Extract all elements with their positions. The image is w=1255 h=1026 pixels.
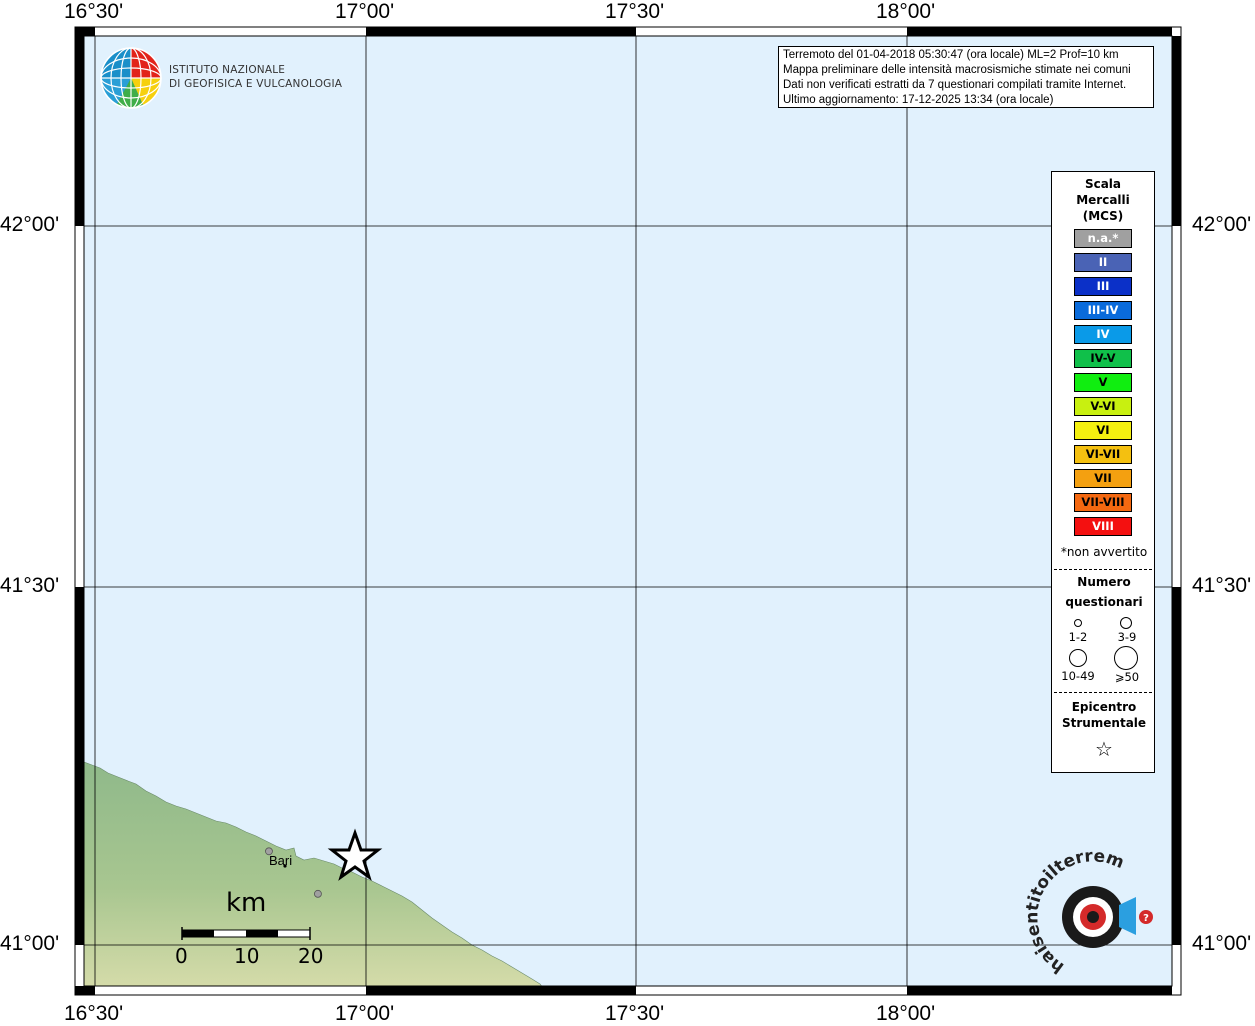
intensity-swatch: IV-V xyxy=(1074,349,1132,368)
scale-label-10: 10 xyxy=(234,944,260,968)
count-circle-large xyxy=(1069,649,1087,667)
city-label: Bari xyxy=(269,853,293,868)
intensity-swatch: VII xyxy=(1074,469,1132,488)
legend-title-1: Scala xyxy=(1084,177,1122,191)
lon-label-bottom-4: 18°00' xyxy=(876,1002,936,1025)
count-circle-small xyxy=(1074,619,1082,627)
lat-label-right-2: 41°30' xyxy=(1192,574,1252,597)
legend-separator-1 xyxy=(1054,569,1152,570)
legend-title: Scala Mercalli (MCS) xyxy=(1052,176,1154,224)
intensity-swatch: VI xyxy=(1074,421,1132,440)
intensity-swatch: V xyxy=(1074,373,1132,392)
intensity-swatch: VIII xyxy=(1074,517,1132,536)
ingv-line-2: DI GEOFISICA E VULCANOLOGIA xyxy=(169,78,343,90)
epi-star-icon: ☆ xyxy=(1095,737,1113,761)
intensity-swatch: VI-VII xyxy=(1074,445,1132,464)
count-circle-xlarge xyxy=(1114,646,1138,670)
scale-label-20: 20 xyxy=(298,944,324,968)
epi-title-2: Strumentale xyxy=(1061,716,1147,730)
count-title-1: Numero xyxy=(1077,575,1131,589)
scale-label-0: 0 xyxy=(175,944,188,968)
intensity-swatch: V-VI xyxy=(1074,397,1132,416)
ingv-logo-icon xyxy=(100,47,162,109)
intensity-swatch: IV xyxy=(1074,325,1132,344)
info-line-1: Terremoto del 01-04-2018 05:30:47 (ora l… xyxy=(783,49,1119,61)
info-line-3: Dati non verificati estratti da 7 questi… xyxy=(783,79,1127,91)
legend-title-3: (MCS) xyxy=(1082,209,1124,223)
lon-label-bottom-3: 17°30' xyxy=(605,1002,665,1025)
legend-note: *non avvertito xyxy=(1060,545,1148,559)
legend-panel: Scala Mercalli (MCS) n.a.* II III III-IV IV I… xyxy=(1051,171,1155,773)
intensity-swatch: II xyxy=(1074,253,1132,272)
lat-label-left-3: 41°00' xyxy=(0,932,60,955)
lon-label-bottom-1: 16°30' xyxy=(64,1002,124,1025)
count-circle-medium xyxy=(1120,617,1132,629)
station-marker xyxy=(314,889,322,898)
lon-label-bottom-2: 17°00' xyxy=(335,1002,395,1025)
intensity-swatch: III xyxy=(1074,277,1132,296)
lat-label-left-2: 41°30' xyxy=(0,574,60,597)
count-label-3: 10-49 xyxy=(1061,669,1095,683)
intensity-swatch: VII-VIII xyxy=(1074,493,1132,512)
svg-text:?: ? xyxy=(1143,913,1149,924)
ingv-logo-text: ISTITUTO NAZIONALE DI GEOFISICA E VULCAN… xyxy=(169,63,342,91)
lon-label-top-4: 18°00' xyxy=(876,0,936,23)
lat-label-left-1: 42°00' xyxy=(0,213,60,236)
intensity-swatch: n.a.* xyxy=(1074,229,1132,248)
count-label-1: 1-2 xyxy=(1068,630,1088,644)
count-title-2: questionari xyxy=(1065,595,1143,609)
epi-title-1: Epicentro xyxy=(1071,700,1137,714)
lon-label-top-1: 16°30' xyxy=(64,0,124,23)
event-info-box: Terremoto del 01-04-2018 05:30:47 (ora l… xyxy=(778,46,1154,108)
ingv-line-1: ISTITUTO NAZIONALE xyxy=(169,64,286,76)
lon-label-top-2: 17°00' xyxy=(335,0,395,23)
scale-unit-label: km xyxy=(226,888,267,918)
info-line-2: Mappa preliminare delle intensità macros… xyxy=(783,64,1131,76)
lat-label-right-1: 42°00' xyxy=(1192,213,1252,236)
legend-separator-2 xyxy=(1054,692,1152,693)
info-line-4: Ultimo aggiornamento: 17-12-2025 13:34 (… xyxy=(783,94,1054,106)
lat-label-right-3: 41°00' xyxy=(1192,932,1252,955)
lon-label-top-3: 17°30' xyxy=(605,0,665,23)
intensity-swatch: III-IV xyxy=(1074,301,1132,320)
legend-title-2: Mercalli xyxy=(1076,193,1130,207)
count-label-2: 3-9 xyxy=(1117,630,1137,644)
count-label-4: ⩾50 xyxy=(1114,670,1140,684)
